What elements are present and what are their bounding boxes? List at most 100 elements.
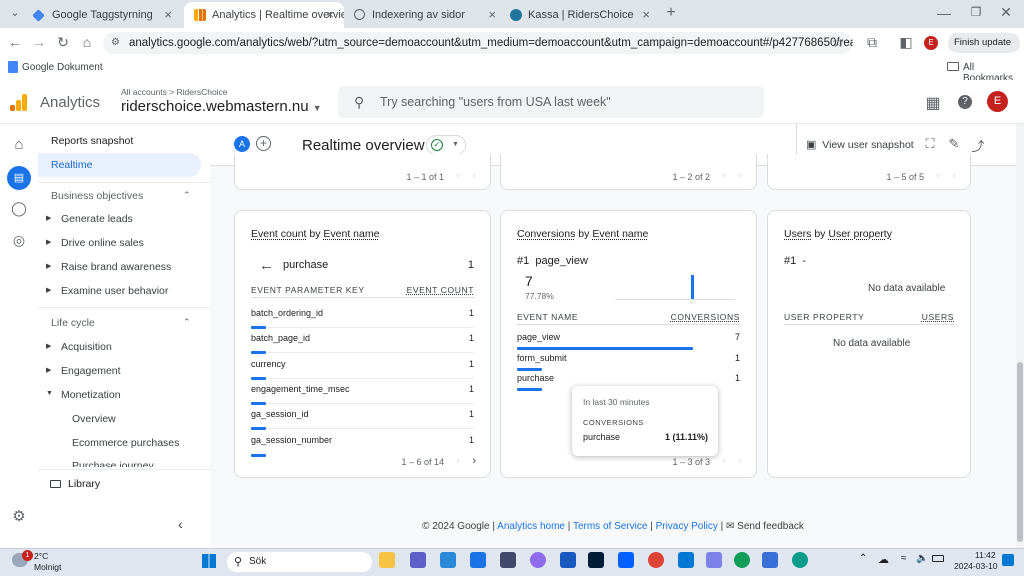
table-row[interactable]: page_view 7 bbox=[517, 327, 740, 350]
page-scrollbar[interactable] bbox=[1016, 124, 1024, 548]
view-user-snapshot-button[interactable]: ▣ View user snapshot bbox=[806, 138, 914, 151]
analytics-logo-icon[interactable] bbox=[10, 94, 28, 112]
store-icon[interactable] bbox=[470, 552, 486, 568]
volume-icon[interactable]: 🔈 bbox=[916, 553, 928, 564]
nav-business-objectives[interactable]: Business objectives bbox=[51, 190, 143, 202]
tab-analytics[interactable]: Analytics | Realtime overview × bbox=[184, 2, 344, 28]
photoshop-icon[interactable] bbox=[588, 552, 604, 568]
breadcrumb[interactable]: All accounts > RidersChoice bbox=[121, 87, 228, 97]
fullscreen-icon[interactable]: ⛶ bbox=[922, 136, 938, 152]
restore-icon[interactable]: ❐ bbox=[966, 5, 986, 19]
b-app-icon[interactable] bbox=[500, 552, 516, 568]
address-bar[interactable]: ⚙ analytics.google.com/analytics/web/?ut… bbox=[103, 32, 853, 54]
home-icon[interactable]: ⌂ bbox=[78, 34, 96, 50]
edit-report-icon[interactable]: ✎ bbox=[946, 136, 962, 152]
next-page-icon[interactable]: › bbox=[472, 170, 476, 182]
chrome-2-icon[interactable] bbox=[734, 552, 750, 568]
property-selector[interactable]: riderschoice.webmastern.nu ▼ bbox=[121, 98, 322, 115]
taskbar-search[interactable]: ⚲ Sök bbox=[227, 552, 372, 572]
tab-google-tag-manager[interactable]: Google Taggstyrning × bbox=[24, 2, 182, 28]
table-row[interactable]: ga_session_id 1 bbox=[251, 404, 474, 430]
cloud-icon[interactable]: ☁ bbox=[878, 553, 889, 566]
site-info-icon[interactable]: ⚙ bbox=[111, 32, 120, 54]
privacy-link[interactable]: Privacy Policy bbox=[656, 521, 718, 532]
col-event-name[interactable]: EVENT NAME bbox=[517, 312, 578, 322]
reload-icon[interactable]: ↻ bbox=[54, 34, 72, 51]
analytics-home-link[interactable]: Analytics home bbox=[497, 521, 565, 532]
prev-page-icon[interactable]: ‹ bbox=[936, 170, 940, 182]
nav-generate-leads[interactable]: Generate leads bbox=[61, 213, 133, 225]
terms-link[interactable]: Terms of Service bbox=[573, 521, 647, 532]
tray-chevron-icon[interactable]: ⌃ bbox=[859, 553, 867, 564]
col-users[interactable]: USERS bbox=[922, 312, 954, 322]
prev-page-icon[interactable]: ‹ bbox=[722, 455, 726, 467]
col-user-property[interactable]: USER PROPERTY bbox=[784, 312, 864, 322]
chevron-up-icon[interactable]: ⌃ bbox=[183, 317, 191, 328]
next-page-icon[interactable]: › bbox=[738, 455, 742, 467]
start-button-icon[interactable] bbox=[202, 554, 216, 568]
close-tab-icon[interactable]: × bbox=[164, 7, 172, 22]
edge-icon[interactable] bbox=[792, 552, 808, 568]
nav-raise-brand-awareness[interactable]: Raise brand awareness bbox=[61, 261, 171, 273]
notepad-icon[interactable] bbox=[440, 552, 456, 568]
next-page-icon[interactable]: › bbox=[472, 455, 476, 467]
next-page-icon[interactable]: › bbox=[952, 170, 956, 182]
explore-nav-icon[interactable]: ◯ bbox=[10, 200, 28, 217]
advertising-nav-icon[interactable]: ◎ bbox=[10, 232, 28, 249]
nav-purchase-journey[interactable]: Purchase journey bbox=[72, 460, 154, 467]
chevron-up-icon[interactable]: ⌃ bbox=[183, 190, 191, 201]
table-row[interactable]: batch_page_id 1 bbox=[251, 328, 474, 354]
nav-ecommerce-purchases[interactable]: Ecommerce purchases bbox=[72, 437, 179, 449]
prev-page-icon[interactable]: ‹ bbox=[456, 170, 460, 182]
tab-indexing[interactable]: Indexering av sidor × bbox=[344, 2, 506, 28]
col-conversions[interactable]: CONVERSIONS bbox=[671, 312, 740, 322]
close-tab-icon[interactable]: × bbox=[642, 7, 650, 22]
chrome-icon[interactable] bbox=[648, 552, 664, 568]
nav-life-cycle[interactable]: Life cycle bbox=[51, 317, 95, 329]
status-dropdown[interactable]: ✓ ▼ bbox=[426, 135, 466, 155]
clock-time[interactable]: 11:42 bbox=[975, 550, 996, 560]
finish-update-button[interactable]: Finish update ⋮ bbox=[948, 33, 1020, 68]
prev-page-icon[interactable]: ‹ bbox=[456, 455, 460, 467]
new-tab-button[interactable]: + bbox=[662, 4, 680, 22]
admin-gear-icon[interactable]: ⚙ bbox=[10, 507, 28, 525]
browser-profile-avatar[interactable]: E bbox=[924, 36, 938, 50]
side-panel-icon[interactable]: ◧ bbox=[898, 34, 914, 51]
nav-monetization-overview[interactable]: Overview bbox=[72, 413, 116, 425]
reports-nav-icon[interactable]: ▤ bbox=[7, 166, 31, 190]
minimize-icon[interactable]: — bbox=[934, 5, 954, 21]
home-nav-icon[interactable]: ⌂ bbox=[10, 136, 28, 153]
teams-icon[interactable] bbox=[410, 552, 426, 568]
nav-reports-snapshot[interactable]: Reports snapshot bbox=[51, 135, 133, 147]
dropbox-icon[interactable] bbox=[618, 552, 634, 568]
scrollbar-thumb[interactable] bbox=[1017, 362, 1023, 542]
table-row[interactable]: engagement_time_msec 1 bbox=[251, 379, 474, 405]
nav-library[interactable]: Library bbox=[68, 478, 100, 490]
word-icon[interactable] bbox=[560, 552, 576, 568]
extensions-icon[interactable]: ⧉ bbox=[864, 34, 880, 51]
help-icon[interactable]: ? bbox=[958, 95, 972, 109]
apps-grid-icon[interactable]: ▦ bbox=[924, 93, 942, 113]
tab-checkout[interactable]: Kassa | RidersChoice × bbox=[500, 2, 660, 28]
close-tab-icon[interactable]: × bbox=[488, 7, 496, 22]
file-explorer-icon[interactable] bbox=[379, 552, 395, 568]
col-event-count[interactable]: EVENT COUNT bbox=[407, 285, 474, 295]
ga-search-input[interactable]: ⚲ Try searching "users from USA last wee… bbox=[338, 86, 764, 118]
comparison-avatar[interactable]: A bbox=[234, 136, 250, 152]
prev-page-icon[interactable]: ‹ bbox=[722, 170, 726, 182]
account-avatar[interactable]: E bbox=[987, 91, 1008, 112]
notifications-icon[interactable] bbox=[1002, 554, 1014, 566]
clock-date[interactable]: 2024-03-10 bbox=[954, 561, 997, 571]
nav-monetization[interactable]: Monetization bbox=[61, 389, 121, 401]
table-row[interactable]: batch_ordering_id 1 bbox=[251, 303, 474, 329]
bookmark-star-icon[interactable]: ☆ bbox=[830, 34, 846, 51]
mail-icon[interactable] bbox=[762, 552, 778, 568]
share-icon[interactable]: ⤴ bbox=[970, 136, 986, 155]
table-row[interactable]: form_submit 1 bbox=[517, 348, 740, 371]
nav-acquisition[interactable]: Acquisition bbox=[61, 341, 112, 353]
battery-icon[interactable] bbox=[932, 555, 944, 562]
wifi-icon[interactable]: ≈ bbox=[901, 553, 907, 564]
send-feedback-link[interactable]: Send feedback bbox=[737, 521, 804, 532]
collapse-nav-icon[interactable]: ‹ bbox=[178, 516, 183, 532]
nav-drive-online-sales[interactable]: Drive online sales bbox=[61, 237, 144, 249]
